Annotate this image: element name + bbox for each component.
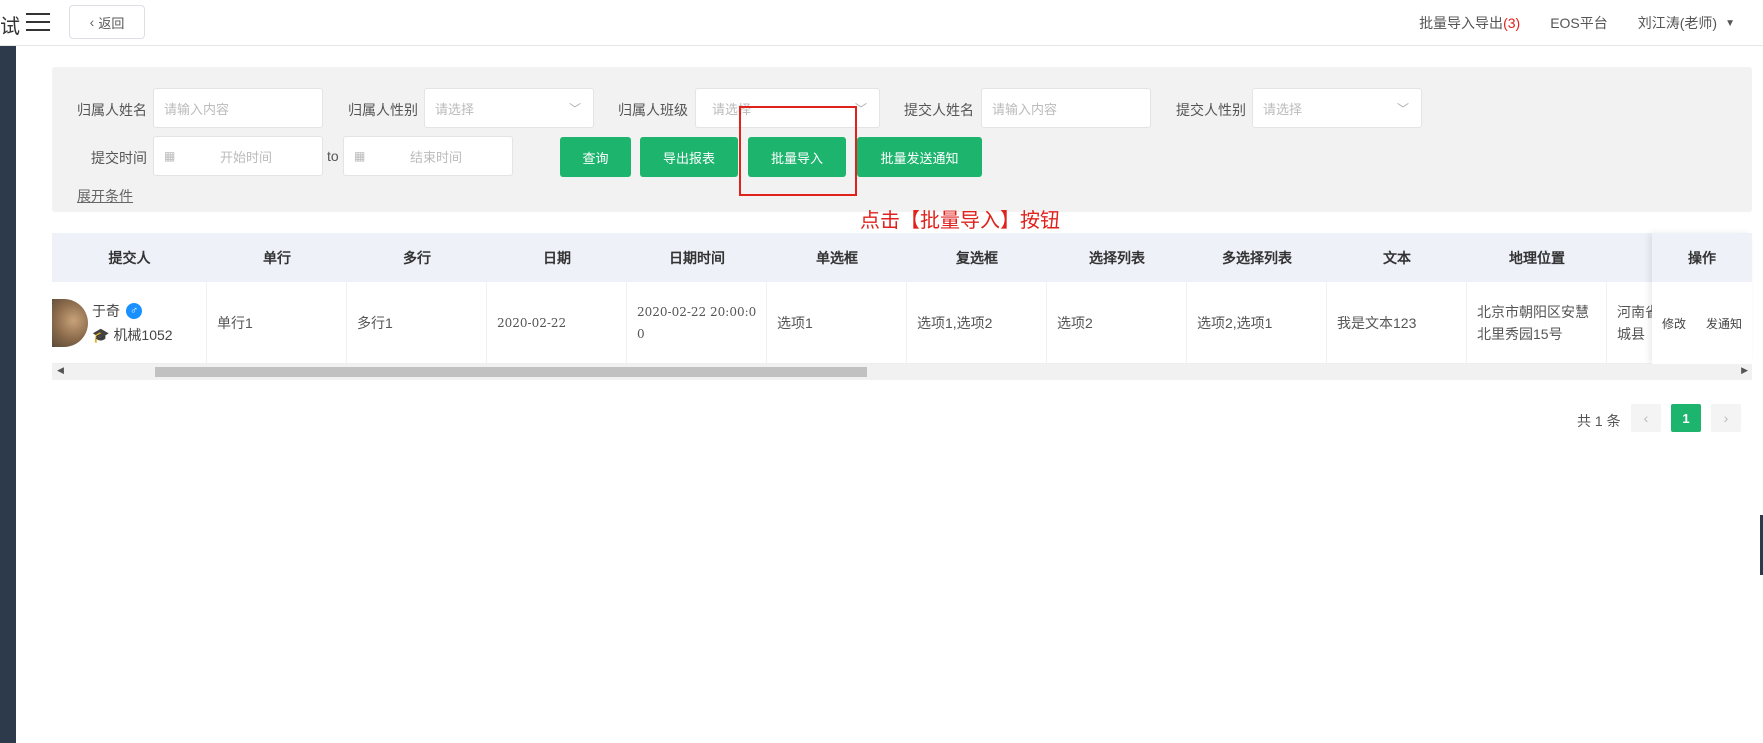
operation-links: 修改 发通知 xyxy=(1652,282,1752,364)
batch-notify-button[interactable]: 批量发送通知 xyxy=(857,137,982,177)
chevron-left-icon: ‹ xyxy=(1643,410,1649,426)
submitter-name-label: 提交人姓名 xyxy=(904,102,974,118)
table-cell: 选项2,选项1 xyxy=(1187,282,1327,364)
end-date-input[interactable]: ▦ 结束时间 xyxy=(343,136,513,176)
avatar xyxy=(52,299,88,347)
sidebar-strip xyxy=(0,46,16,743)
male-icon: ♂ xyxy=(126,303,142,319)
owner-gender-label: 归属人性别 xyxy=(348,102,418,118)
end-date-placeholder: 结束时间 xyxy=(410,149,463,165)
table-cell: 选项1 xyxy=(767,282,907,364)
owner-class-label: 归属人班级 xyxy=(618,102,688,118)
chevron-left-icon: ‹ xyxy=(89,14,95,30)
submitter-gender-select[interactable]: 请选择 ﹀ xyxy=(1252,88,1422,128)
start-date-input[interactable]: ▦ 开始时间 xyxy=(153,136,323,176)
pagination-total: 共 1 条 xyxy=(1577,413,1621,429)
top-right-nav: 批量导入导出(3) EOS平台 刘江涛(老师) ▼ xyxy=(1419,0,1763,46)
scrollbar-thumb[interactable] xyxy=(155,367,867,377)
owner-name-label: 归属人姓名 xyxy=(77,102,147,118)
class-name-text: 机械1052 xyxy=(113,327,173,343)
chevron-right-icon: › xyxy=(1723,410,1729,426)
expand-conditions-link[interactable]: 展开条件 xyxy=(77,186,133,206)
import-export-count: (3) xyxy=(1503,15,1521,31)
submitter-cell: 于奇 ♂ 🎓 机械1052 xyxy=(52,282,207,364)
submitter-name-placeholder: 请输入内容 xyxy=(992,101,1058,117)
send-notice-link[interactable]: 发通知 xyxy=(1706,315,1742,332)
table-cell: 选项1,选项2 xyxy=(907,282,1047,364)
app-title: 试 xyxy=(0,16,20,38)
submitter-name-text: 于奇 xyxy=(92,303,120,319)
table-row[interactable]: 于奇 ♂ 🎓 机械1052 单行1 多行1 2020-02-22 2020-02-2… xyxy=(52,282,1752,364)
prev-page-button[interactable]: ‹ xyxy=(1631,404,1661,432)
hamburger-menu-icon[interactable] xyxy=(26,13,50,31)
caret-down-icon[interactable]: ▼ xyxy=(1725,18,1735,29)
eos-platform-link[interactable]: EOS平台 xyxy=(1550,13,1608,33)
submitter-gender-label: 提交人性别 xyxy=(1176,102,1246,118)
submit-time-label: 提交时间 xyxy=(91,150,147,166)
table-cell: 多行1 xyxy=(347,282,487,364)
horizontal-scrollbar[interactable]: ◀ ▶ xyxy=(52,364,1752,380)
column-header: 复选框 xyxy=(956,249,998,266)
top-bar: 试 ‹ 返回 批量导入导出(3) EOS平台 刘江涛(老师) ▼ xyxy=(0,0,1763,46)
data-table: 提交人 单行 多行 日期 日期时间 单选框 复选框 选择列表 多选择列表 文本 … xyxy=(52,233,1752,383)
owner-name-placeholder: 请输入内容 xyxy=(164,101,230,117)
annotation-text: 点击【批量导入】按钮 xyxy=(860,210,1060,232)
scroll-right-icon[interactable]: ▶ xyxy=(1741,365,1748,376)
operation-column: 操作 修改 发通知 xyxy=(1652,233,1752,364)
export-report-button[interactable]: 导出报表 xyxy=(640,137,738,177)
column-header: 单行 xyxy=(263,249,291,266)
owner-name-input[interactable]: 请输入内容 xyxy=(153,88,323,128)
submitter-name-input[interactable]: 请输入内容 xyxy=(981,88,1151,128)
table-cell: 单行1 xyxy=(207,282,347,364)
next-page-button[interactable]: › xyxy=(1711,404,1741,432)
page-1-button[interactable]: 1 xyxy=(1671,404,1701,432)
back-button-label: 返回 xyxy=(98,15,125,31)
chevron-down-icon: ﹀ xyxy=(568,102,581,116)
start-date-placeholder: 开始时间 xyxy=(220,149,273,165)
table-cell: 2020-02-22 xyxy=(487,282,627,364)
calendar-icon: ▦ xyxy=(354,149,366,163)
table-cell: 北京市朝阳区安慧北里秀园15号 xyxy=(1467,282,1607,364)
column-header: 多选择列表 xyxy=(1222,249,1292,266)
column-header: 提交人 xyxy=(108,249,151,266)
query-button[interactable]: 查询 xyxy=(560,137,631,177)
graduation-cap-icon: 🎓 xyxy=(92,327,110,343)
table-cell: 选项2 xyxy=(1047,282,1187,364)
column-header: 地理位置 xyxy=(1509,249,1565,266)
submitter-class: 🎓 机械1052 xyxy=(92,324,173,346)
calendar-icon: ▦ xyxy=(164,149,176,163)
user-menu[interactable]: 刘江涛(老师) xyxy=(1638,13,1717,33)
to-label: to xyxy=(327,148,339,164)
scroll-left-icon[interactable]: ◀ xyxy=(57,365,64,376)
table-header: 提交人 单行 多行 日期 日期时间 单选框 复选框 选择列表 多选择列表 文本 … xyxy=(52,233,1752,282)
submitter-name: 于奇 ♂ xyxy=(92,300,142,322)
column-header: 文本 xyxy=(1383,249,1411,266)
owner-gender-select[interactable]: 请选择 ﹀ xyxy=(424,88,594,128)
column-header: 多行 xyxy=(403,249,431,266)
back-button[interactable]: ‹ 返回 xyxy=(69,5,145,39)
import-export-label: 批量导入导出 xyxy=(1419,15,1504,31)
column-header: 日期 xyxy=(543,249,571,266)
highlight-box xyxy=(739,106,857,196)
chevron-down-icon: ﹀ xyxy=(1396,102,1409,116)
edit-link[interactable]: 修改 xyxy=(1662,315,1686,332)
column-header: 日期时间 xyxy=(669,249,725,266)
submitter-gender-placeholder: 请选择 xyxy=(1263,101,1303,117)
table-cell: 2020-02-22 20:00:00 xyxy=(627,282,767,364)
column-header: 操作 xyxy=(1652,233,1752,282)
owner-gender-placeholder: 请选择 xyxy=(435,101,475,117)
column-header: 选择列表 xyxy=(1089,249,1145,266)
column-header: 单选框 xyxy=(816,249,858,266)
table-cell: 我是文本123 xyxy=(1327,282,1467,364)
import-export-link[interactable]: 批量导入导出(3) xyxy=(1419,13,1520,33)
